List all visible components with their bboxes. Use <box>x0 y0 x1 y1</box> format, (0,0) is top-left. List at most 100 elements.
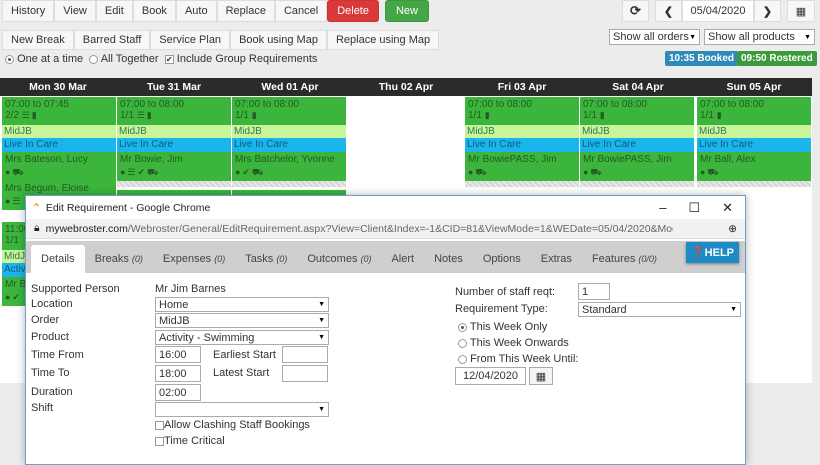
help-button[interactable]: ❓ HELP <box>686 242 739 263</box>
replace-using-map-button[interactable]: Replace using Map <box>326 30 440 50</box>
time-critical-option: Time Critical <box>155 435 225 447</box>
close-button[interactable]: ✕ <box>722 200 733 216</box>
order-select[interactable]: MidJB ▼ <box>155 313 329 328</box>
new-break-button[interactable]: New Break <box>2 30 74 50</box>
one-at-a-time-radio[interactable] <box>5 54 14 64</box>
service-plan-button[interactable]: Service Plan <box>150 30 231 50</box>
book-icon: ▮ <box>599 110 607 120</box>
this-week-onwards-option: This Week Onwards <box>458 337 569 349</box>
new-button[interactable]: New <box>384 0 429 22</box>
cancel-button[interactable]: Cancel <box>274 0 328 22</box>
calendar-icon[interactable]: ▦ <box>529 367 553 385</box>
help-icon: ❓ <box>690 247 705 259</box>
time-from-input[interactable]: 16:00 <box>155 346 201 363</box>
staff-name: Mr BowiePASS, Jim <box>583 154 672 165</box>
tab-notes[interactable]: Notes <box>424 245 473 273</box>
staff-reqt-label: Number of staff reqt: <box>455 286 556 298</box>
until-date-input[interactable]: 12/04/2020 <box>455 367 526 385</box>
calendar-icon[interactable]: ▦ <box>787 0 815 22</box>
address-bar[interactable]: 🔒︎ mywebroster.com/Webroster/General/Edi… <box>26 219 745 239</box>
shift-select[interactable]: ▼ <box>155 402 329 417</box>
refresh-icon[interactable]: ⟳ <box>622 0 649 22</box>
time-to-input[interactable]: 18:00 <box>155 365 201 382</box>
duration-input[interactable]: 02:00 <box>155 384 201 401</box>
zoom-icon[interactable]: ⊕ <box>728 223 745 235</box>
book-icon: ▮ <box>251 110 259 120</box>
booking-card[interactable]: 07:00 to 08:00 1/1 ▮ MidJB Live In Care M… <box>465 97 579 187</box>
from-this-week-until-radio[interactable] <box>458 354 467 364</box>
latest-start-input[interactable] <box>282 365 328 382</box>
tab-label: Features <box>591 253 636 265</box>
app-icon: ⌃ <box>32 201 41 214</box>
book-icon: ▮ <box>716 110 724 120</box>
history-button[interactable]: History <box>2 0 55 22</box>
tab-label: Tasks <box>245 253 274 265</box>
booking-count: 1/1 <box>700 110 714 121</box>
next-week-button[interactable]: ❯ <box>754 0 781 22</box>
booking-count: 1/1 <box>468 110 482 121</box>
this-week-onwards-radio[interactable] <box>458 338 467 348</box>
chevron-down-icon: ▼ <box>689 33 696 41</box>
staff-reqt-input[interactable]: 1 <box>578 283 610 300</box>
include-group-checkbox[interactable]: ✔ <box>164 54 174 64</box>
allow-clashing-checkbox[interactable] <box>155 420 164 430</box>
booked-badge: 10:35 Booked <box>665 51 739 66</box>
booking-card[interactable]: 07:00 to 08:00 1/1 ▮ MidJB Live In Care M… <box>697 97 811 187</box>
previous-week-button[interactable]: ❮ <box>655 0 682 22</box>
view-button[interactable]: View <box>54 0 96 22</box>
booking-card[interactable]: 07:00 to 07:45 2/2 ☰▮ MidJB Live In Care … <box>2 97 116 210</box>
this-week-only-radio[interactable] <box>458 322 467 332</box>
tab-options[interactable]: Options <box>473 245 531 273</box>
all-together-radio[interactable] <box>89 54 99 64</box>
tab-count: (0) <box>276 254 288 264</box>
booking-card[interactable]: 07:00 to 08:00 1/1 ▮ MidJB Live In Care M… <box>232 97 346 187</box>
chevron-down-icon: ▼ <box>804 33 811 41</box>
staff-name: Mrs Begum, Eloise <box>5 183 89 194</box>
book-button[interactable]: Book <box>132 0 176 22</box>
divider <box>580 181 694 187</box>
booking-card[interactable]: 07:00 to 08:00 1/1 ▮ MidJB Live In Care M… <box>580 97 694 187</box>
chevron-down-icon: ▼ <box>318 334 325 341</box>
booking-time: 07:00 to 07:45 <box>5 99 69 110</box>
one-at-a-time-label: One at a time <box>17 53 84 65</box>
from-this-week-until-label: From This Week Until: <box>470 353 579 365</box>
tab-features[interactable]: Features (0/0) <box>582 245 667 273</box>
booking-product: Live In Care <box>117 138 231 152</box>
staff-name: Mrs Bateson, Lucy <box>5 154 88 165</box>
tab-extras[interactable]: Extras <box>531 245 582 273</box>
edit-button[interactable]: Edit <box>95 0 133 22</box>
book-using-map-button[interactable]: Book using Map <box>230 30 327 50</box>
supported-person-label: Supported Person <box>31 283 120 295</box>
replace-button[interactable]: Replace <box>216 0 275 22</box>
tab-breaks[interactable]: Breaks (0) <box>85 245 153 273</box>
minimize-button[interactable]: – <box>659 200 666 216</box>
delete-button[interactable]: Delete <box>327 0 379 22</box>
latest-start-label: Latest Start <box>213 367 270 379</box>
barred-staff-button[interactable]: Barred Staff <box>73 30 151 50</box>
tab-details[interactable]: Details <box>31 245 85 273</box>
maximize-button[interactable]: ☐ <box>688 200 700 216</box>
date-field[interactable]: 05/04/2020 <box>682 0 754 22</box>
chevron-down-icon: ▼ <box>318 317 325 324</box>
time-critical-checkbox[interactable] <box>155 436 164 446</box>
booking-time: 07:00 to 08:00 <box>235 99 299 110</box>
product-select[interactable]: Activity - Swimming ▼ <box>155 330 329 345</box>
requirement-type-select[interactable]: Standard ▼ <box>578 302 741 317</box>
location-select[interactable]: Home ▼ <box>155 297 329 312</box>
url-path: /Webroster/General/EditRequirement.aspx?… <box>127 222 673 235</box>
requirement-type-value: Standard <box>582 303 627 316</box>
tab-outcomes[interactable]: Outcomes (0) <box>297 245 381 273</box>
auto-button[interactable]: Auto <box>175 0 217 22</box>
tab-expenses[interactable]: Expenses (0) <box>153 245 235 273</box>
booking-card[interactable]: 07:00 to 08:00 1/1 ☰▮ MidJB Live In Care … <box>117 97 231 187</box>
earliest-start-input[interactable] <box>282 346 328 363</box>
divider <box>117 181 231 187</box>
orders-filter-select[interactable]: Show all orders ▼ <box>609 29 700 45</box>
tab-tasks[interactable]: Tasks (0) <box>235 245 297 273</box>
staff-name: Mr Bowie, Jim <box>120 154 183 165</box>
booking-count: 2/2 <box>5 110 19 121</box>
products-filter-select[interactable]: Show all products ▼ <box>704 29 815 45</box>
tab-alert[interactable]: Alert <box>381 245 424 273</box>
booking-time: 07:00 to 08:00 <box>583 99 647 110</box>
notes-icon: ☰▮ <box>21 110 39 120</box>
